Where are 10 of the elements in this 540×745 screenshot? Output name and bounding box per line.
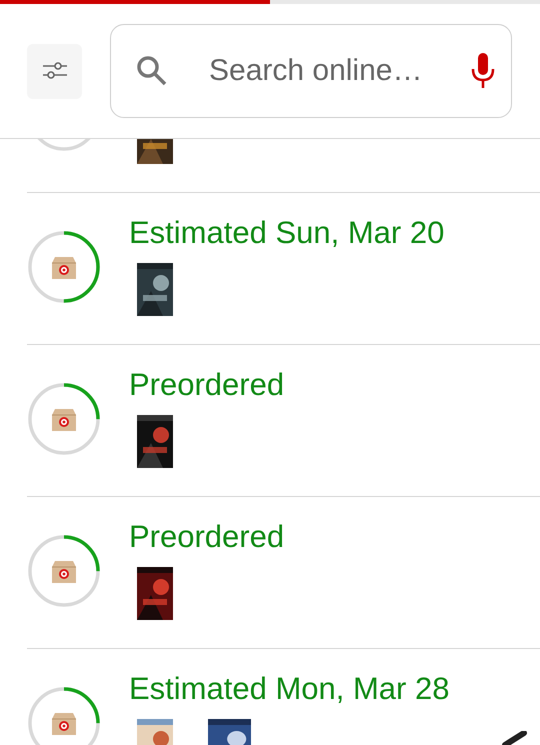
order-status: Estimated Sun, Mar 20 bbox=[129, 215, 444, 251]
order-status: Preordered bbox=[129, 519, 284, 555]
order-status: Preordered bbox=[129, 367, 284, 403]
search-field[interactable]: Search online… bbox=[110, 24, 512, 118]
sliders-icon bbox=[42, 61, 66, 81]
filter-button[interactable] bbox=[27, 44, 82, 98]
microphone-icon[interactable] bbox=[470, 53, 496, 89]
order-status: Estimated Mon, Mar 28 bbox=[129, 671, 450, 707]
search-icon bbox=[136, 55, 168, 87]
stroke-icon bbox=[502, 731, 528, 745]
